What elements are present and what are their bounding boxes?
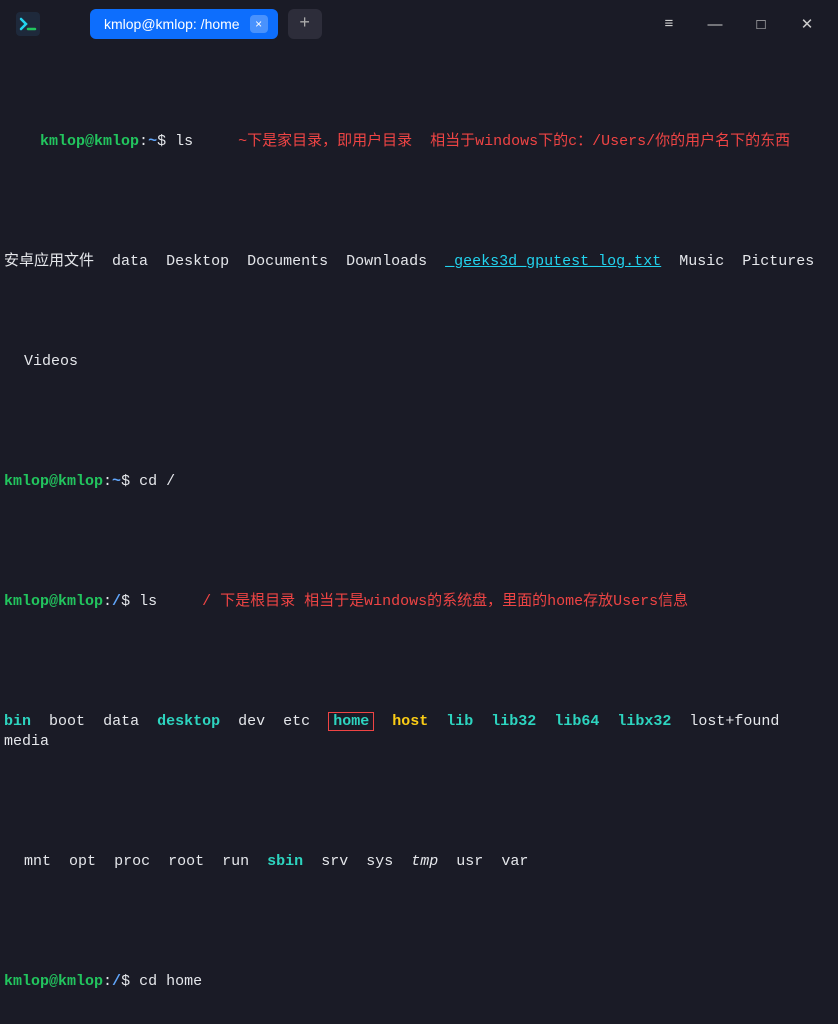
prompt-path: / <box>112 593 121 610</box>
tab-terminal[interactable]: kmlop@kmlop: /home × <box>90 9 278 39</box>
ls-item: run <box>222 853 249 870</box>
titlebar: kmlop@kmlop: /home × + ≡ — □ ✕ <box>0 0 838 48</box>
ls-item: opt <box>69 853 96 870</box>
cmd-ls: ls <box>139 593 157 610</box>
ls-item: srv <box>321 853 348 870</box>
close-window-button[interactable]: ✕ <box>784 0 830 48</box>
prompt-colon: : <box>139 133 148 150</box>
maximize-button[interactable]: □ <box>738 0 784 48</box>
ls-item-file: _geeks3d_gputest_log.txt <box>445 253 661 270</box>
ls-item: media <box>4 733 49 750</box>
prompt-path: / <box>112 973 121 990</box>
ls-item: root <box>168 853 204 870</box>
ls-item: Documents <box>247 253 328 270</box>
prompt-userhost: kmlop@kmlop <box>4 973 103 990</box>
ls-item: usr <box>456 853 483 870</box>
ls-item: data <box>103 713 139 730</box>
ls-item: boot <box>49 713 85 730</box>
minimize-button[interactable]: — <box>692 0 738 48</box>
ls-item: sys <box>366 853 393 870</box>
ls-item: desktop <box>157 713 220 730</box>
ls-item: 安卓应用文件 <box>4 253 94 270</box>
prompt-dollar: $ <box>157 133 166 150</box>
ls-item: Downloads <box>346 253 427 270</box>
new-tab-button[interactable]: + <box>288 9 322 39</box>
ls-item: bin <box>4 713 31 730</box>
ls-item-home-highlight: home <box>328 712 374 731</box>
ls-item: dev <box>238 713 265 730</box>
ls-item: host <box>392 713 428 730</box>
prompt-path: ~ <box>148 133 157 150</box>
ls-item: Videos <box>24 353 78 370</box>
ls-item: etc <box>283 713 310 730</box>
tab-bar: kmlop@kmlop: /home × + <box>90 9 322 39</box>
prompt-userhost: kmlop@kmlop <box>40 133 139 150</box>
ls-item: Pictures <box>742 253 814 270</box>
ls-item: Music <box>679 253 724 270</box>
ls-item: var <box>501 853 528 870</box>
ls-item: tmp <box>411 853 438 870</box>
cmd-ls: ls <box>175 133 193 150</box>
close-tab-button[interactable]: × <box>250 15 268 33</box>
annotation-root: / 下是根目录 相当于是windows的系统盘，里面的home存放Users信息 <box>202 593 688 610</box>
cmd-cd-root: cd / <box>139 473 175 490</box>
ls-item: libx32 <box>617 713 671 730</box>
tab-title: kmlop@kmlop: /home <box>104 16 240 32</box>
ls-item: lib64 <box>554 713 599 730</box>
ls-item: mnt <box>24 853 51 870</box>
cmd-cd-home: cd home <box>139 973 202 990</box>
ls-item: data <box>112 253 148 270</box>
menu-icon[interactable]: ≡ <box>646 0 692 48</box>
terminal-output[interactable]: kmlop@kmlop:~$ ls ~下是家目录，即用户目录 相当于window… <box>0 48 838 1024</box>
prompt-path: ~ <box>112 473 121 490</box>
ls-item: lost+found <box>689 713 779 730</box>
prompt-userhost: kmlop@kmlop <box>4 593 103 610</box>
ls-item: proc <box>114 853 150 870</box>
annotation-home: ~下是家目录，即用户目录 相当于windows下的c：/Users/你的用户名下… <box>238 133 790 150</box>
ls-item: lib <box>446 713 473 730</box>
prompt-userhost: kmlop@kmlop <box>4 473 103 490</box>
window-controls: ≡ — □ ✕ <box>646 0 830 48</box>
ls-item: lib32 <box>491 713 536 730</box>
ls-item: Desktop <box>166 253 229 270</box>
ls-item: sbin <box>267 853 303 870</box>
app-icon <box>14 10 42 38</box>
